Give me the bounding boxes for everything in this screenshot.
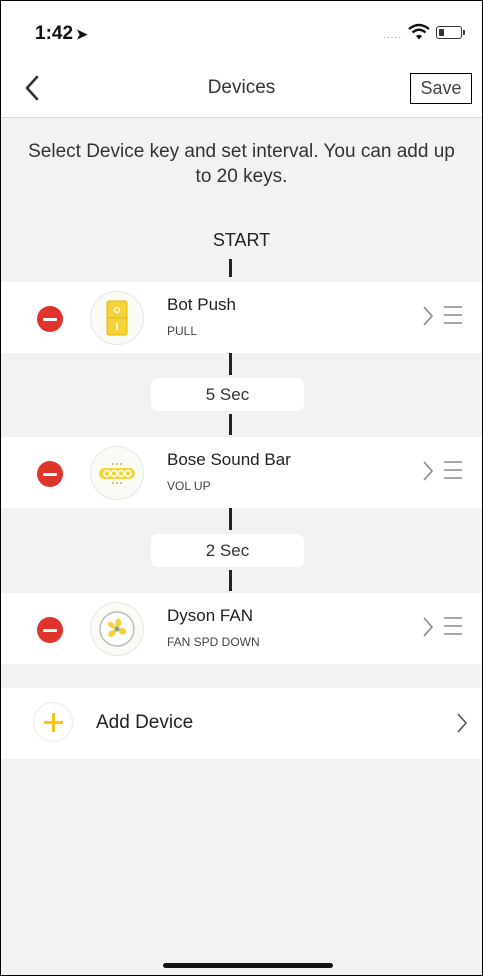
device-action: FAN SPD DOWN [167, 635, 260, 649]
status-time: 1:42 ➤ [35, 23, 88, 45]
save-button[interactable]: Save [410, 73, 472, 104]
device-row-bose-sound-bar[interactable]: Bose Sound Bar VOL UP [1, 437, 482, 508]
add-device-label: Add Device [96, 712, 194, 733]
device-action: PULL [167, 324, 198, 338]
home-indicator[interactable] [163, 963, 333, 968]
sound-bar-icon [90, 446, 144, 500]
device-name: Bose Sound Bar [167, 450, 291, 469]
interval-pill[interactable]: 5 Sec [151, 378, 304, 411]
device-action: VOL UP [167, 479, 211, 493]
status-icons: ..... [383, 23, 465, 41]
connector-line [229, 353, 232, 375]
interval-pill[interactable]: 2 Sec [151, 534, 304, 567]
start-label: START [212, 230, 271, 250]
connector-line [229, 570, 232, 591]
reorder-handle-icon[interactable] [444, 617, 462, 639]
remove-device-icon[interactable] [37, 306, 63, 332]
wifi-icon [408, 23, 430, 40]
location-arrow-icon: ➤ [76, 26, 88, 42]
device-row-dyson-fan[interactable]: Dyson FAN FAN SPD DOWN [1, 593, 482, 664]
chevron-right-icon [457, 713, 468, 733]
battery-icon [436, 25, 465, 39]
header: 1:42 ➤ ..... Devices Save [1, 1, 482, 118]
app-screen: 1:42 ➤ ..... Devices Save Select Device k… [0, 0, 483, 976]
fan-icon [90, 602, 144, 656]
reorder-handle-icon[interactable] [444, 306, 462, 328]
plus-icon [33, 702, 73, 742]
connector-line [229, 414, 232, 435]
remove-device-icon[interactable] [37, 461, 63, 487]
device-name: Dyson FAN [167, 606, 253, 625]
chevron-right-icon[interactable] [421, 459, 435, 483]
remove-device-icon[interactable] [37, 617, 63, 643]
bot-push-icon [90, 291, 144, 345]
add-device-button[interactable]: Add Device [1, 688, 482, 759]
reorder-handle-icon[interactable] [444, 461, 462, 483]
time-text: 1:42 [35, 23, 74, 44]
chevron-right-icon[interactable] [421, 304, 435, 328]
connector-line [229, 259, 232, 277]
connector-line [229, 508, 232, 530]
cellular-signal-icon: ..... [383, 29, 402, 41]
instructions-text: Select Device key and set interval. You … [28, 141, 455, 187]
chevron-right-icon[interactable] [421, 615, 435, 639]
device-name: Bot Push [167, 295, 236, 314]
device-row-bot-push[interactable]: Bot Push PULL [1, 282, 482, 353]
